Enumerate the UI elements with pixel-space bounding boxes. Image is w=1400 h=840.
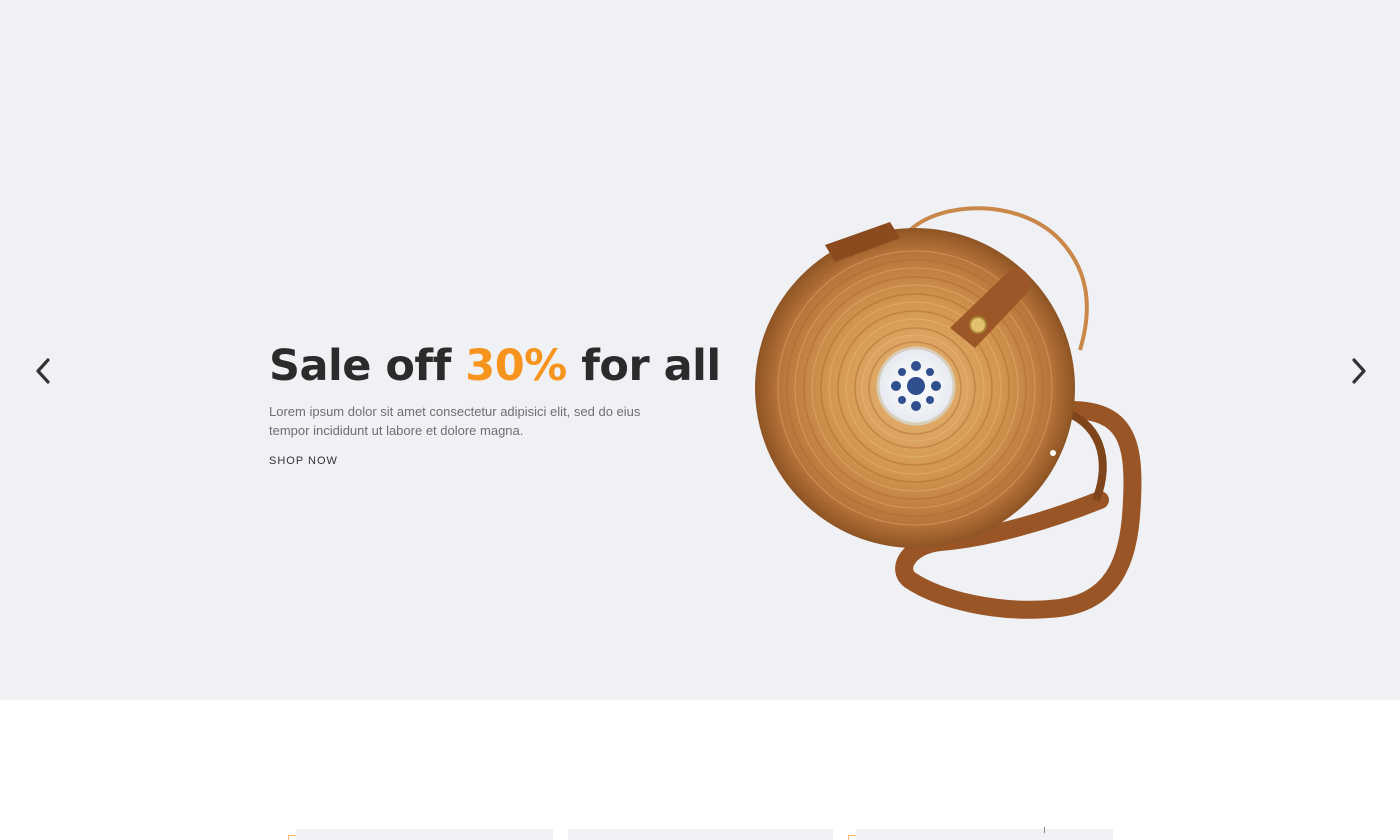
hero-description: Lorem ipsum dolor sit amet consectetur a…: [269, 404, 641, 438]
category-card[interactable]: [568, 829, 833, 840]
card-decoration: [1044, 827, 1045, 833]
category-card[interactable]: [856, 829, 1113, 840]
hero-content: Sale off 30% for all Lorem ipsum dolor s…: [269, 338, 721, 468]
hero-title-suffix: for all: [566, 341, 721, 391]
hero-title-accent: 30%: [465, 341, 567, 391]
hero-title: Sale off 30% for all: [269, 338, 721, 394]
slider-next-button[interactable]: [1344, 356, 1374, 386]
category-card[interactable]: [296, 829, 553, 840]
hero-slider: Sale off 30% for all Lorem ipsum dolor s…: [0, 0, 1400, 700]
category-cards: [0, 829, 1400, 840]
shop-now-link[interactable]: SHOP NOW: [269, 455, 338, 467]
slider-prev-button[interactable]: [28, 356, 58, 386]
product-image: [755, 206, 1142, 619]
hero-title-prefix: Sale off: [269, 341, 466, 391]
chevron-right-icon: [1352, 358, 1366, 384]
chevron-left-icon: [36, 358, 50, 384]
